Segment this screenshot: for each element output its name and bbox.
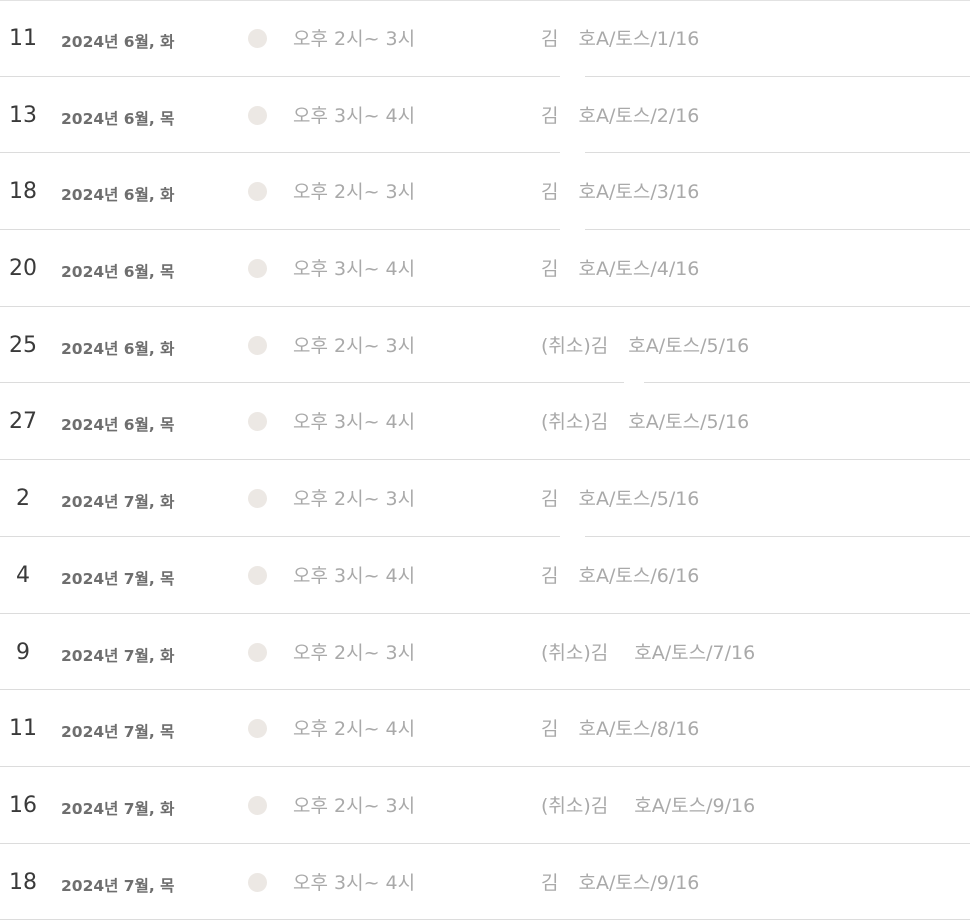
event-color-dot-icon (248, 412, 267, 432)
event-attendee: (취소)김 (541, 794, 609, 817)
event-day-number: 20 (9, 256, 37, 282)
event-day-number: 9 (16, 639, 30, 665)
event-attendee: 김 (541, 871, 559, 894)
event-time: 오후 3시~ 4시 (293, 564, 416, 587)
event-color-dot-icon (248, 719, 267, 739)
event-summary: 호A/토스/6/16 (578, 564, 700, 587)
event-time: 오후 2시~ 4시 (293, 718, 416, 741)
event-attendee: 김 (541, 258, 559, 281)
event-title[interactable]: 김 호A/토스/2/16 (541, 104, 699, 128)
event-date-label: 2024년 6월, 화 (61, 33, 175, 51)
event-date-label: 2024년 6월, 목 (61, 109, 175, 128)
event-attendee: 김 (541, 28, 559, 50)
event-day-number: 16 (9, 792, 37, 818)
event-date-label: 2024년 6월, 목 (61, 416, 175, 435)
event-row[interactable]: 25 2024년 6월, 화 오후 2시~ 3시 (취소)김 호A/토스/5/16 (0, 307, 970, 384)
event-time: 오후 2시~ 3시 (293, 794, 416, 817)
event-day-number: 11 (9, 716, 37, 742)
event-title[interactable]: 김 호A/토스/5/16 (541, 487, 699, 511)
event-row[interactable]: 2 2024년 7월, 화 오후 2시~ 3시 김 호A/토스/5/16 (0, 460, 970, 537)
event-color-dot-icon (248, 182, 267, 202)
event-color-dot-icon (248, 489, 267, 509)
event-title[interactable]: 김 호A/토스/8/16 (541, 717, 699, 741)
event-summary: 호A/토스/9/16 (578, 871, 700, 894)
event-attendee: (취소)김 (541, 334, 609, 357)
event-day-number: 18 (9, 179, 37, 205)
event-title[interactable]: (취소)김 호A/토스/7/16 (541, 641, 755, 665)
event-summary: 호A/토스/3/16 (578, 181, 700, 204)
event-row[interactable]: 9 2024년 7월, 화 오후 2시~ 3시 (취소)김 호A/토스/7/16 (0, 614, 970, 691)
event-time: 오후 3시~ 4시 (293, 411, 416, 434)
event-row[interactable]: 18 2024년 6월, 화 오후 2시~ 3시 김 호A/토스/3/16 (0, 153, 970, 231)
event-color-dot-icon (248, 795, 267, 815)
event-row[interactable]: 18 2024년 7월, 목 오후 3시~ 4시 김 호A/토스/9/16 (0, 844, 970, 921)
event-summary: 호A/토스/9/16 (634, 794, 756, 817)
event-color-dot-icon (248, 642, 267, 662)
schedule-agenda-list: 11 2024년 6월, 화 오후 2시~ 3시 김 호A/토스/1/16 13 … (0, 0, 970, 921)
event-day-number: 25 (9, 332, 37, 358)
event-color-dot-icon (248, 335, 267, 355)
event-time: 오후 2시~ 3시 (293, 488, 416, 511)
event-title[interactable]: 김 호A/토스/3/16 (541, 180, 699, 204)
event-summary: 호A/토스/1/16 (578, 28, 700, 50)
event-summary: 호A/토스/5/16 (578, 488, 700, 511)
event-day-number: 4 (16, 562, 30, 588)
event-color-dot-icon (248, 259, 267, 279)
event-date-label: 2024년 7월, 목 (61, 723, 175, 742)
event-day-number: 2 (16, 486, 30, 512)
event-time: 오후 2시~ 3시 (293, 28, 416, 50)
event-attendee: (취소)김 (541, 641, 609, 664)
event-time: 오후 3시~ 4시 (293, 258, 416, 281)
event-time: 오후 3시~ 4시 (293, 871, 416, 894)
event-date-label: 2024년 7월, 화 (61, 646, 175, 665)
event-time: 오후 2시~ 3시 (293, 181, 416, 204)
event-day-number: 27 (9, 409, 37, 435)
event-date-label: 2024년 6월, 목 (61, 263, 175, 282)
event-summary: 호A/토스/7/16 (634, 641, 756, 664)
event-day-number: 11 (9, 26, 37, 51)
event-date-label: 2024년 7월, 화 (61, 799, 175, 818)
event-attendee: 김 (541, 564, 559, 587)
event-time: 오후 3시~ 4시 (293, 104, 416, 127)
event-summary: 호A/토스/5/16 (628, 334, 750, 357)
event-day-number: 18 (9, 869, 37, 895)
event-row[interactable]: 16 2024년 7월, 화 오후 2시~ 3시 (취소)김 호A/토스/9/16 (0, 767, 970, 844)
event-title[interactable]: (취소)김 호A/토스/5/16 (541, 410, 749, 434)
event-attendee: 김 (541, 718, 559, 741)
event-color-dot-icon (248, 872, 267, 892)
event-title[interactable]: 김 호A/토스/9/16 (541, 871, 699, 895)
event-summary: 호A/토스/5/16 (628, 411, 750, 434)
event-date-label: 2024년 6월, 화 (61, 339, 175, 358)
event-summary: 호A/토스/2/16 (578, 104, 700, 127)
event-row[interactable]: 13 2024년 6월, 목 오후 3시~ 4시 김 호A/토스/2/16 (0, 77, 970, 154)
event-color-dot-icon (248, 565, 267, 585)
event-title[interactable]: 김 호A/토스/4/16 (541, 257, 699, 281)
event-day-number: 13 (9, 102, 37, 128)
event-row[interactable]: 4 2024년 7월, 목 오후 3시~ 4시 김 호A/토스/6/16 (0, 537, 970, 614)
event-date-label: 2024년 7월, 목 (61, 569, 175, 588)
event-summary: 호A/토스/8/16 (578, 718, 700, 741)
event-attendee: 김 (541, 104, 559, 127)
event-date-label: 2024년 6월, 화 (61, 186, 175, 205)
event-title[interactable]: (취소)김 호A/토스/9/16 (541, 794, 755, 818)
row-divider (0, 919, 970, 921)
event-time: 오후 2시~ 3시 (293, 334, 416, 357)
event-date-label: 2024년 7월, 화 (61, 493, 175, 512)
event-time: 오후 2시~ 3시 (293, 641, 416, 664)
event-date-label: 2024년 7월, 목 (61, 876, 175, 895)
event-row[interactable]: 11 2024년 7월, 목 오후 2시~ 4시 김 호A/토스/8/16 (0, 690, 970, 767)
event-color-dot-icon (248, 29, 267, 48)
event-attendee: (취소)김 (541, 411, 609, 434)
event-color-dot-icon (248, 105, 267, 125)
event-title[interactable]: (취소)김 호A/토스/5/16 (541, 334, 749, 358)
event-title[interactable]: 김 호A/토스/6/16 (541, 564, 699, 588)
event-summary: 호A/토스/4/16 (578, 258, 700, 281)
event-title[interactable]: 김 호A/토스/1/16 (541, 27, 699, 51)
event-row[interactable]: 27 2024년 6월, 목 오후 3시~ 4시 (취소)김 호A/토스/5/16 (0, 383, 970, 461)
event-row[interactable]: 20 2024년 6월, 목 오후 3시~ 4시 김 호A/토스/4/16 (0, 230, 970, 307)
event-row[interactable]: 11 2024년 6월, 화 오후 2시~ 3시 김 호A/토스/1/16 (0, 0, 970, 77)
event-attendee: 김 (541, 181, 559, 204)
event-attendee: 김 (541, 488, 559, 511)
